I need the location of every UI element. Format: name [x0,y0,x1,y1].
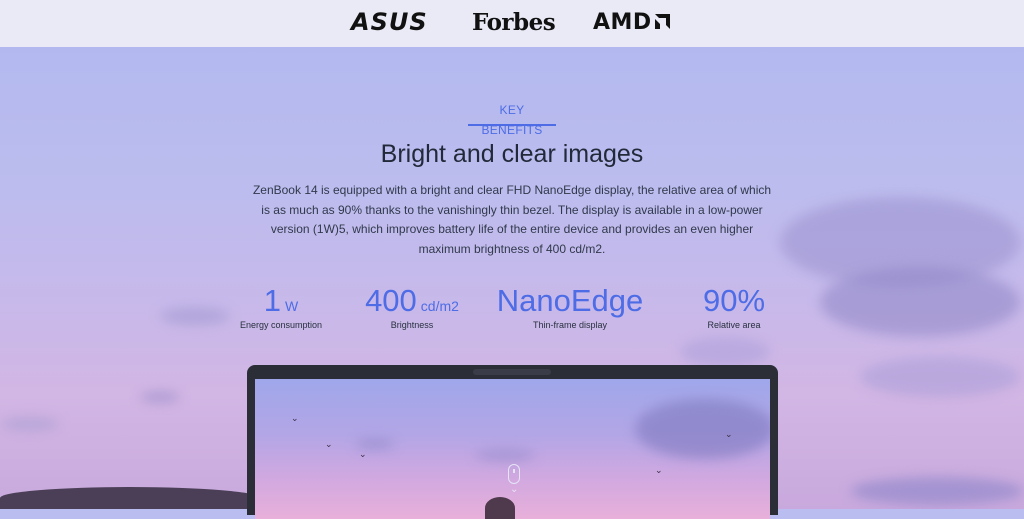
laptop-image: ⌄ ⌄ ⌄ ⌄ ⌄ ⌄ [247,365,778,519]
chevron-down-icon[interactable]: ⌄ [510,484,518,495]
bird-icon: ⌄ [359,449,367,459]
bird-icon: ⌄ [291,413,299,423]
stat-nanoedge: NanoEdge Thin-frame display [487,283,653,331]
section-eyebrow: KEY BENEFITS [468,100,556,137]
stat-unit: cd/m2 [420,298,459,314]
stat-relative-area: 90% Relative area [690,283,778,331]
stat-caption: Energy consumption [239,320,323,330]
bird-icon: ⌄ [725,429,733,439]
amd-logo-text: AMD [593,9,652,35]
laptop-screen: ⌄ ⌄ ⌄ ⌄ ⌄ ⌄ [255,379,770,519]
stat-caption: Relative area [707,320,761,330]
stat-value: 90% [702,283,766,318]
stat-value: NanoEdge [496,283,644,318]
amd-logo[interactable]: AMD [593,8,671,36]
section-title: Bright and clear images [380,140,644,168]
amd-arrow-icon [654,14,670,29]
stat-unit: W [285,298,299,314]
partner-logo-bar: ASUS Forbes AMD [0,0,1024,47]
stat-value: 400 [365,283,417,318]
forbes-logo[interactable]: Forbes [472,8,556,36]
laptop-webcam [473,369,551,375]
stat-caption: Brightness [390,320,434,330]
section-description: ZenBook 14 is equipped with a bright and… [252,183,772,256]
stat-caption: Thin-frame display [532,320,608,330]
bird-icon: ⌄ [655,465,663,475]
stat-value: 1 [263,283,282,318]
asus-logo[interactable]: ASUS [351,8,428,36]
mouse-scroll-icon[interactable] [508,464,520,484]
bird-icon: ⌄ [325,439,333,449]
stat-brightness: 400 cd/m2 Brightness [352,283,472,331]
stat-energy: 1W Energy consumption [236,283,326,331]
